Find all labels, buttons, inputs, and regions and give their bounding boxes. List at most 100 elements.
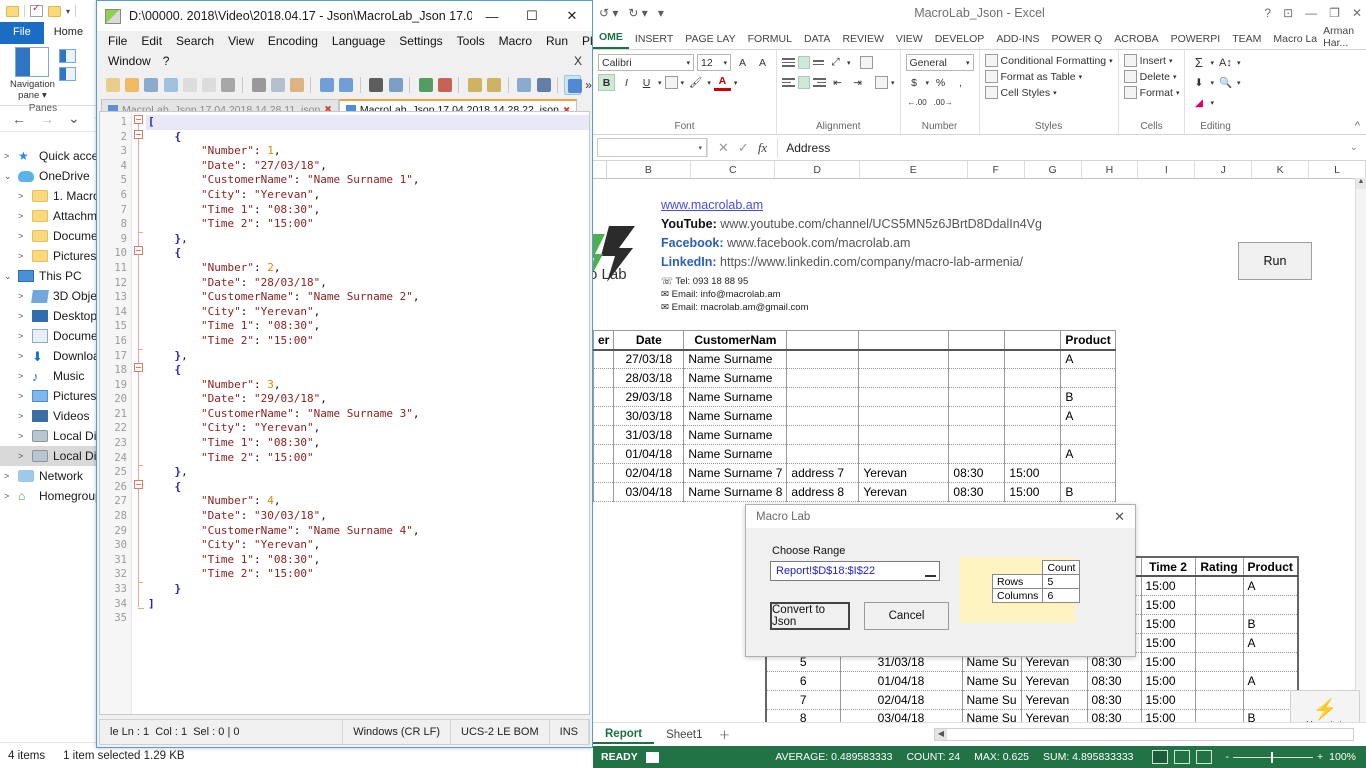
italic-button[interactable]: I bbox=[618, 74, 635, 91]
borders-icon[interactable] bbox=[664, 76, 678, 89]
ribbon-tab-formul[interactable]: FORMUL bbox=[742, 29, 798, 49]
format-label[interactable]: Format bbox=[1140, 87, 1173, 99]
expand-chevron-icon[interactable]: ⌄ bbox=[4, 171, 18, 182]
close-file-icon[interactable] bbox=[180, 75, 197, 95]
align-middle-icon[interactable] bbox=[798, 56, 810, 69]
table-row[interactable]: 28/03/18 Name Surname bbox=[593, 368, 1116, 388]
fold-toggle-icon[interactable] bbox=[134, 130, 143, 139]
tree-item-documen[interactable]: > Documen bbox=[0, 226, 100, 246]
column-header-G[interactable]: G bbox=[1025, 161, 1082, 178]
table-row[interactable]: 03/04/18 Name Surname 8 address 8 Yerevan 08… bbox=[593, 482, 1116, 502]
insert-label[interactable]: Insert bbox=[1140, 55, 1166, 67]
close-document-icon[interactable]: X bbox=[574, 54, 582, 68]
website-link[interactable]: www.macrolab.am bbox=[661, 196, 1042, 215]
zoom-percentage[interactable]: 100% bbox=[1323, 751, 1366, 763]
ribbon-tab-view[interactable]: VIEW bbox=[890, 29, 929, 49]
column-header-F[interactable]: F bbox=[968, 161, 1025, 178]
tree-item-download[interactable]: >⬇ Download bbox=[0, 346, 100, 366]
tree-item-local-disk[interactable]: > Local Disk bbox=[0, 426, 100, 446]
scroll-thumb[interactable] bbox=[947, 729, 1353, 740]
underline-button[interactable]: U bbox=[638, 74, 655, 91]
tree-item-documen[interactable]: > Documen bbox=[0, 326, 100, 346]
expand-chevron-icon[interactable]: > bbox=[18, 411, 32, 421]
page-layout-view-icon[interactable] bbox=[1173, 750, 1190, 764]
expand-chevron-icon[interactable]: > bbox=[18, 371, 32, 381]
tree-item-quick-acces[interactable]: > ★ Quick acces bbox=[0, 146, 100, 166]
expand-chevron-icon[interactable]: > bbox=[18, 431, 32, 441]
column-header-J[interactable]: J bbox=[1195, 161, 1253, 178]
ribbon-tab-team[interactable]: TEAM bbox=[1226, 29, 1267, 49]
cancel-icon[interactable]: ✕ bbox=[718, 140, 729, 156]
zoom-in-icon[interactable] bbox=[416, 75, 433, 95]
linkedin-value[interactable]: https://www.linkedin.com/company/macro-l… bbox=[720, 255, 1023, 269]
zoom-out-icon[interactable] bbox=[435, 75, 452, 95]
menu-help[interactable]: ? bbox=[157, 52, 176, 70]
delete-label[interactable]: Delete bbox=[1140, 71, 1170, 83]
autosum-icon[interactable]: Σ bbox=[1190, 54, 1207, 71]
ribbon-tab-powerpi[interactable]: POWERPI bbox=[1165, 29, 1227, 49]
expand-chevron-icon[interactable]: > bbox=[4, 471, 18, 481]
sheet-tab-report[interactable]: Report bbox=[593, 726, 655, 744]
undo-icon[interactable] bbox=[317, 75, 335, 95]
replace-icon[interactable] bbox=[386, 75, 403, 95]
horizontal-scrollbar[interactable]: ◀ bbox=[934, 728, 1354, 741]
excel-worksheet-grid[interactable]: o Lab www.macrolab.am YouTube: www.youtu… bbox=[593, 196, 1366, 722]
conditional-formatting-icon[interactable] bbox=[984, 54, 998, 67]
range-picker-icon[interactable] bbox=[925, 566, 936, 577]
eol-format[interactable]: Windows (CR LF) bbox=[343, 720, 452, 744]
merge-center-icon[interactable] bbox=[875, 76, 888, 89]
align-bottom-icon[interactable] bbox=[813, 60, 824, 65]
tab-home[interactable]: Home bbox=[44, 22, 93, 44]
increase-decimal-icon[interactable]: ←.00 bbox=[906, 94, 929, 111]
fold-toggle-icon[interactable] bbox=[134, 115, 143, 124]
ribbon-tab-ome[interactable]: OME bbox=[593, 27, 629, 49]
expand-chevron-icon[interactable]: > bbox=[18, 291, 32, 301]
ribbon-tab-acroba[interactable]: ACROBA bbox=[1108, 29, 1164, 49]
wrap-text-icon[interactable] bbox=[859, 56, 873, 69]
page-break-view-icon[interactable] bbox=[1195, 750, 1212, 764]
bold-button[interactable]: B bbox=[598, 74, 615, 91]
new-folder-icon[interactable] bbox=[48, 5, 61, 17]
menu-settings[interactable]: Settings bbox=[393, 32, 448, 50]
macro-lab-dialog[interactable]: Macro Lab ✕ Choose Range Report!$D$18:$I… bbox=[745, 504, 1136, 657]
clear-icon[interactable]: ◢ bbox=[1190, 94, 1207, 111]
delete-cells-icon[interactable] bbox=[1123, 70, 1137, 83]
percent-format-icon[interactable]: % bbox=[932, 74, 949, 91]
run-button[interactable]: Run bbox=[1238, 242, 1312, 280]
facebook-value[interactable]: www.facebook.com/macrolab.am bbox=[727, 236, 910, 250]
preview-pane-icon[interactable] bbox=[58, 49, 76, 63]
menu-tools[interactable]: Tools bbox=[451, 32, 491, 50]
navigation-pane-icon[interactable] bbox=[15, 47, 50, 77]
align-left-icon[interactable] bbox=[782, 78, 795, 87]
ribbon-tab-page-lay[interactable]: PAGE LAY bbox=[679, 29, 741, 49]
column-header-D[interactable]: D bbox=[775, 161, 860, 178]
table-row[interactable]: 31/03/18 Name Surname bbox=[593, 425, 1116, 445]
details-pane-icon[interactable] bbox=[58, 67, 76, 81]
tree-item-network[interactable]: > Network bbox=[0, 466, 100, 486]
tree-item-homegroup[interactable]: > ⌂ Homegroup bbox=[0, 486, 100, 506]
copy-icon[interactable] bbox=[268, 75, 285, 95]
font-family-select[interactable]: Calibri ▾ bbox=[598, 54, 694, 71]
print-icon[interactable] bbox=[218, 75, 236, 95]
menu-edit[interactable]: Edit bbox=[135, 32, 168, 50]
column-header-E[interactable]: E bbox=[860, 161, 968, 178]
insert-mode[interactable]: INS bbox=[550, 720, 589, 744]
table-row[interactable]: 8 03/04/18 Name Su Yerevan 08:30 15:00 B bbox=[765, 708, 1299, 722]
orientation-icon[interactable]: ⤢ bbox=[827, 54, 844, 71]
ribbon-display-options-icon[interactable]: ⊡ bbox=[1283, 6, 1293, 20]
column-header-K[interactable]: K bbox=[1252, 161, 1310, 178]
tree-item-local-disk[interactable]: > Local Disk bbox=[0, 446, 100, 466]
range-input[interactable]: Report!$D$18:$I$22 bbox=[770, 561, 940, 581]
expand-formula-bar-icon[interactable]: ⌄ bbox=[1350, 142, 1366, 153]
close-button[interactable]: ✕ bbox=[1352, 6, 1362, 20]
menu-window[interactable]: Window bbox=[102, 52, 157, 70]
folder-icon[interactable] bbox=[6, 5, 19, 17]
align-top-icon[interactable] bbox=[782, 58, 795, 67]
sort-filter-icon[interactable]: A↕ bbox=[1217, 54, 1234, 71]
fill-down-icon[interactable]: ⬇ bbox=[1190, 74, 1207, 91]
tab-file[interactable]: File bbox=[0, 22, 44, 44]
redo-icon[interactable] bbox=[336, 75, 354, 95]
select-all-corner[interactable] bbox=[593, 161, 607, 178]
zoom-out-icon[interactable]: - bbox=[1226, 751, 1230, 763]
ribbon-tab-power-q[interactable]: POWER Q bbox=[1045, 29, 1108, 49]
